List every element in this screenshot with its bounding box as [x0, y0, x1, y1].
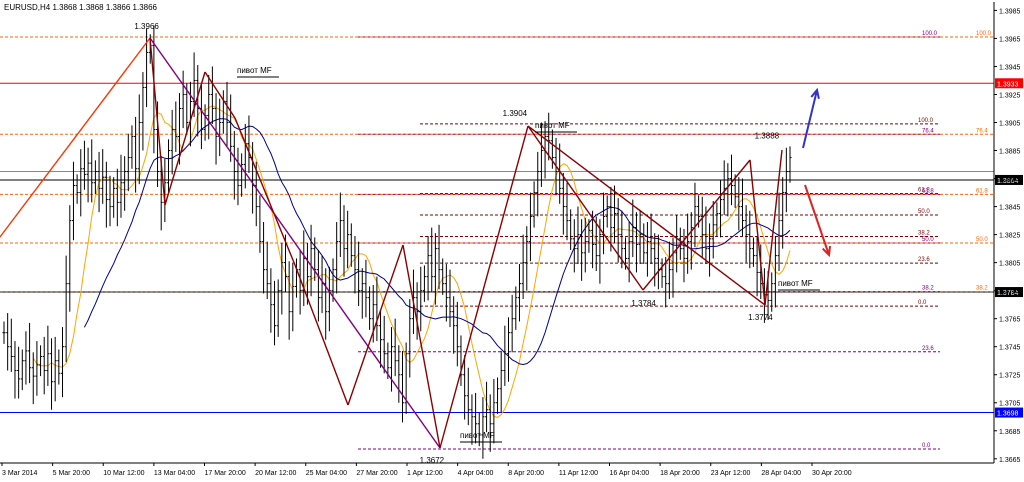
y-tick-label: 1.3925	[999, 92, 1021, 99]
swing-label: 1.3888	[755, 131, 780, 140]
x-tick-label: 23 Apr 12:00	[711, 470, 751, 477]
pivot-label: пивот MF	[535, 121, 570, 130]
x-tick-label: 18 Apr 20:00	[660, 470, 700, 477]
fibo-maroon-label: 100.0	[918, 118, 934, 124]
fibo-maroon-label: 61.8	[918, 187, 930, 193]
x-tick-label: 16 Apr 04:00	[610, 470, 650, 477]
y-tick-label: 1.3705	[999, 401, 1021, 408]
fibo-maroon-label: 38.2	[918, 230, 930, 236]
level-price-tag-text: 1.3698	[997, 411, 1019, 418]
chart-title: EURUSD,H4 1.3868 1.3868 1.3866 1.3866	[4, 3, 157, 12]
level-price-tag-text: 1.3933	[997, 81, 1019, 88]
x-tick-label: 17 Mar 20:00	[205, 470, 246, 477]
fibo-orange-label: 38.2	[976, 286, 988, 292]
fibo-orange-label: 50.0	[976, 237, 988, 243]
y-tick-label: 1.3945	[999, 64, 1021, 71]
x-tick-label: 30 Apr 20:00	[812, 470, 852, 477]
pivot-label: пивот MF	[778, 279, 813, 288]
swing-label: 1.3904	[503, 109, 528, 118]
fibo-purple-label: 76.4	[922, 128, 934, 134]
price-chart[interactable]: 100.076.461.850.038.223.60.0100.061.850.…	[0, 0, 1024, 482]
x-tick-label: 20 Mar 12:00	[255, 470, 296, 477]
fibo-purple-label: 38.2	[922, 286, 934, 292]
y-tick-label: 1.3905	[999, 121, 1021, 128]
x-tick-label: 8 Apr 20:00	[508, 470, 544, 477]
y-tick-label: 1.3845	[999, 205, 1021, 212]
fibo-maroon-label: 23.6	[918, 257, 930, 263]
y-tick-label: 1.3765	[999, 317, 1021, 324]
x-tick-label: 25 Mar 04:00	[306, 470, 347, 477]
fibo-maroon-label: 50.0	[918, 209, 930, 215]
pivot-label: пивот MF	[460, 431, 495, 440]
y-tick-label: 1.3965	[999, 36, 1021, 43]
pivot-label: пивот MF	[237, 66, 272, 75]
swing-label: 1.3672	[420, 456, 445, 465]
y-tick-label: 1.3725	[999, 373, 1021, 380]
fibo-purple-label: 0.0	[922, 443, 931, 449]
x-tick-label: 10 Mar 12:00	[103, 470, 144, 477]
y-tick-label: 1.3985	[999, 8, 1021, 15]
x-tick-label: 11 Apr 12:00	[559, 470, 598, 477]
fibo-maroon-label: 0.0	[918, 300, 927, 306]
x-tick-label: 4 Apr 04:00	[458, 470, 494, 477]
y-tick-label: 1.3685	[999, 429, 1021, 436]
fibo-orange-label: 61.8	[976, 188, 988, 194]
y-tick-label: 1.3785	[999, 289, 1021, 296]
x-tick-label: 3 Mar 2014	[2, 470, 38, 477]
swing-label: 1.3966	[134, 22, 159, 31]
y-tick-label: 1.3665	[999, 457, 1021, 464]
fibo-orange-label: 100.0	[976, 31, 992, 37]
y-tick-label: 1.3825	[999, 233, 1021, 240]
y-tick-label: 1.3865	[999, 177, 1021, 184]
fibo-purple-label: 100.0	[922, 31, 938, 37]
y-tick-label: 1.3745	[999, 345, 1021, 352]
fibo-purple-label: 23.6	[922, 346, 934, 352]
fibo-purple-label: 50.0	[922, 237, 934, 243]
fibo-orange-label: 76.4	[976, 128, 988, 134]
x-tick-label: 5 Mar 20:00	[53, 470, 90, 477]
x-tick-label: 1 Apr 12:00	[407, 470, 443, 477]
swing-label: 1.3784	[631, 299, 656, 308]
y-tick-label: 1.3805	[999, 261, 1021, 268]
swing-label: 1.3774	[748, 313, 773, 322]
y-tick-label: 1.3885	[999, 149, 1021, 156]
x-tick-label: 13 Mar 04:00	[154, 470, 195, 477]
x-tick-label: 27 Mar 20:00	[356, 470, 397, 477]
x-tick-label: 28 Apr 04:00	[761, 470, 801, 477]
